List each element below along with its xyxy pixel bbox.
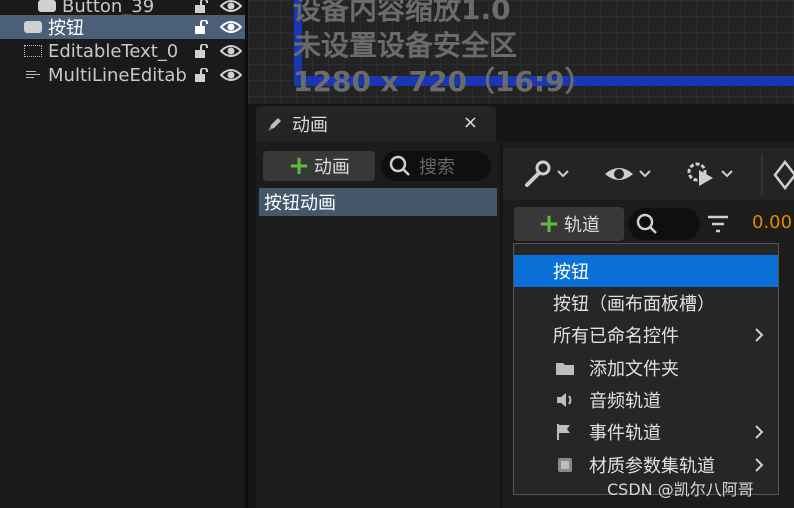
close-icon[interactable]: × (463, 112, 478, 133)
search-icon (636, 213, 657, 234)
chevron-down-icon (557, 170, 569, 178)
menu-item-label: 所有已命名控件 (553, 326, 679, 347)
animation-panel-title: 动画 (292, 115, 328, 136)
menu-item-button-canvas-slot[interactable]: 按钮（画布面板槽） (514, 287, 778, 319)
playback-settings-dropdown[interactable] (683, 158, 733, 190)
plus-icon: + (538, 209, 560, 239)
animation-list-item[interactable]: 按钮动画 (259, 188, 497, 216)
chevron-down-icon (639, 170, 651, 178)
animation-panel-body: + 动画 搜索 按钮动画 (256, 142, 500, 508)
add-animation-button[interactable]: + 动画 (263, 151, 375, 181)
unlock-icon[interactable] (194, 44, 208, 58)
animation-search-input[interactable]: 搜索 (381, 151, 491, 181)
menu-item-button[interactable]: 按钮 (514, 255, 778, 287)
speaker-icon (557, 393, 572, 407)
hierarchy-item-label: 按钮 (48, 18, 84, 39)
chevron-right-icon (755, 328, 764, 342)
menu-item-label: 材质参数集轨道 (589, 456, 715, 477)
visibility-eye-icon[interactable] (220, 20, 242, 34)
menu-item-audio-track[interactable]: 音频轨道 (514, 384, 778, 416)
add-track-button[interactable]: + 轨道 (514, 207, 624, 241)
button-widget-icon (24, 21, 42, 33)
viewport-safe-area-text: 未设置设备安全区 (293, 29, 518, 62)
eye-icon (605, 168, 633, 180)
visibility-eye-icon[interactable] (220, 44, 242, 58)
gear-play-icon (687, 162, 713, 186)
unlock-icon[interactable] (194, 68, 208, 82)
track-search-input[interactable] (628, 208, 700, 240)
add-track-label: 轨道 (563, 215, 600, 236)
filter-icon[interactable] (707, 214, 729, 234)
plus-icon: + (288, 151, 310, 181)
unlock-icon[interactable] (194, 0, 208, 13)
menu-item-label: 按钮 (553, 262, 589, 283)
animation-panel-tab[interactable]: 动画 × (256, 106, 496, 142)
wrench-dropdown[interactable] (521, 158, 569, 190)
wrench-icon (525, 160, 551, 187)
hierarchy-item-editable-text[interactable]: EditableText_0 (0, 39, 245, 63)
hierarchy-item-label: MultiLineEditab (48, 64, 187, 86)
editable-text-icon (24, 45, 42, 57)
chevron-down-icon (721, 170, 733, 178)
chevron-right-icon (755, 458, 764, 472)
menu-item-add-folder[interactable]: 添加文件夹 (514, 352, 778, 384)
menu-item-label: 音频轨道 (589, 391, 661, 412)
flag-icon (557, 424, 570, 440)
visibility-eye-icon[interactable] (220, 68, 242, 82)
material-icon (558, 458, 572, 472)
add-animation-label: 动画 (313, 157, 350, 178)
animation-pen-icon (268, 118, 281, 131)
hierarchy-panel: Button_39 按钮 EditableText_0 MultiLineEdi… (0, 0, 245, 508)
menu-item-label: 按钮（画布面板槽） (553, 294, 715, 315)
hierarchy-item-button[interactable]: 按钮 (0, 15, 245, 39)
viewport-resolution-text: 1280 x 720（16:9） (293, 65, 593, 98)
unlock-icon[interactable] (194, 20, 208, 34)
visibility-eye-icon[interactable] (220, 0, 242, 13)
folder-icon (556, 363, 574, 375)
sequencer-toolbar (503, 148, 794, 200)
menu-item-label: 添加文件夹 (589, 359, 679, 380)
view-dropdown[interactable] (603, 158, 651, 190)
menu-item-label: 事件轨道 (589, 423, 661, 444)
button-widget-icon (38, 0, 56, 12)
designer-viewport[interactable]: 设备内容缩放1.0 未设置设备安全区 1280 x 720（16:9） (248, 0, 794, 104)
hierarchy-item-label: EditableText_0 (48, 40, 179, 62)
add-track-menu: 按钮 按钮（画布面板槽） 所有已命名控件 添加文件夹 音频轨道 事件轨道 材质参… (513, 243, 779, 495)
time-value[interactable]: 0.00 (752, 212, 792, 233)
toolbar-separator (761, 154, 763, 194)
search-placeholder: 搜索 (419, 157, 455, 178)
menu-item-event-track[interactable]: 事件轨道 (514, 416, 778, 448)
menu-item-all-named-widgets[interactable]: 所有已命名控件 (514, 319, 778, 351)
chevron-right-icon (755, 425, 764, 439)
multiline-text-icon (24, 69, 42, 81)
search-icon (389, 155, 410, 176)
hierarchy-item-multiline[interactable]: MultiLineEditab (0, 63, 245, 87)
watermark-text: CSDN @凯尔八阿哥 (607, 480, 754, 499)
keyframe-diamond-icon[interactable] (773, 160, 794, 190)
